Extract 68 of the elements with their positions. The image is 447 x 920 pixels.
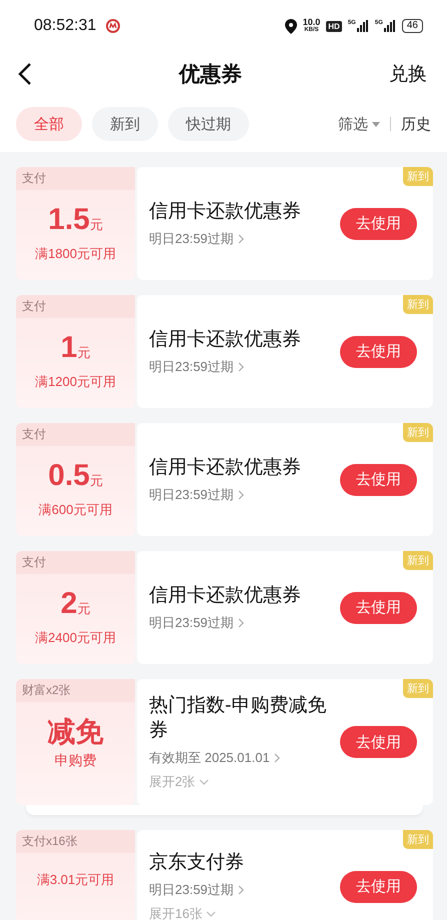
coupon-condition: 满1200元可用 [35, 373, 116, 391]
coupon-amount: 减免 [48, 716, 104, 748]
filter-tab[interactable]: 快过期 [168, 107, 249, 141]
new-badge: 新到 [403, 423, 433, 442]
chevron-down-icon [206, 911, 216, 917]
page-title: 优惠券 [177, 62, 243, 88]
signal-icon [356, 20, 369, 32]
chevron-right-icon [238, 362, 244, 372]
chevron-right-icon [238, 885, 244, 895]
coupon-tag: 支付 [16, 423, 135, 446]
coupon-title: 信用卡还款优惠券 [149, 328, 302, 352]
expand-link[interactable]: 展开16张 [149, 905, 202, 920]
chevron-right-icon [238, 618, 244, 628]
chevron-right-icon [274, 753, 280, 763]
coupon-tag: 支付x16张 [16, 830, 135, 853]
coupon-title: 信用卡还款优惠券 [149, 456, 302, 480]
coupon-tag: 支付 [16, 295, 135, 318]
use-button[interactable]: 去使用 [340, 336, 417, 368]
use-button[interactable]: 去使用 [340, 208, 417, 240]
use-button[interactable]: 去使用 [340, 726, 417, 758]
coupon-amount: 0.5元 [48, 460, 103, 494]
chevron-down-icon [199, 779, 210, 785]
expiry-link[interactable]: 明日23:59过期 [149, 230, 234, 248]
signal-icon [384, 20, 396, 32]
new-badge: 新到 [403, 830, 433, 849]
expiry-link[interactable]: 明日23:59过期 [149, 614, 234, 632]
new-badge: 新到 [403, 167, 433, 186]
filter-tab[interactable]: 新到 [92, 107, 158, 141]
coupon-title: 信用卡还款优惠券 [149, 584, 302, 608]
location-pin-icon [284, 18, 297, 34]
coupon-condition: 满600元可用 [38, 501, 112, 519]
clock-time: 08:52:31 [34, 17, 96, 35]
chevron-right-icon [238, 234, 244, 244]
coupon-amount: 1元 [60, 332, 90, 366]
use-button[interactable]: 去使用 [340, 464, 417, 496]
coupon-amount: 2元 [60, 588, 90, 622]
new-badge: 新到 [403, 679, 433, 698]
hd-voice-icon: HD [326, 20, 342, 32]
coupon-tag: 支付 [16, 551, 135, 574]
expiry-link[interactable]: 明日23:59过期 [149, 881, 234, 899]
new-badge: 新到 [403, 551, 433, 570]
coupon-condition: 满2400元可用 [35, 629, 116, 647]
back-icon[interactable] [18, 62, 32, 86]
coupon-condition: 满1800元可用 [35, 245, 116, 263]
expand-link[interactable]: 展开2张 [149, 773, 196, 791]
expiry-link[interactable]: 明日23:59过期 [149, 358, 234, 376]
coupon-tag: 支付 [16, 167, 135, 190]
battery-level: 46 [402, 19, 423, 33]
history-button[interactable]: 历史 [401, 107, 431, 141]
coupon-title: 京东支付券 [149, 851, 245, 875]
app-logo-icon [106, 19, 120, 33]
coupon-condition: 满3.01元可用 [36, 871, 114, 889]
coupon-title: 热门指数-申购费减免券 [149, 694, 328, 743]
use-button[interactable]: 去使用 [340, 592, 417, 624]
expiry-link[interactable]: 有效期至 2025.01.01 [149, 749, 270, 767]
caret-icon [372, 122, 380, 126]
exchange-button[interactable]: 兑换 [389, 61, 427, 87]
use-button[interactable]: 去使用 [340, 870, 417, 902]
new-badge: 新到 [403, 295, 433, 314]
coupon-tag: 财富x2张 [16, 679, 135, 702]
coupon-amount: 1.5元 [48, 204, 103, 238]
network-speed: 10.0 [302, 18, 320, 26]
chevron-right-icon [238, 490, 244, 500]
filter-tab[interactable]: 全部 [16, 107, 82, 141]
coupon-condition: 申购费 [54, 752, 96, 770]
filter-dropdown[interactable]: 筛选 [338, 114, 368, 134]
coupon-title: 信用卡还款优惠券 [149, 200, 302, 224]
expiry-link[interactable]: 明日23:59过期 [149, 486, 234, 504]
